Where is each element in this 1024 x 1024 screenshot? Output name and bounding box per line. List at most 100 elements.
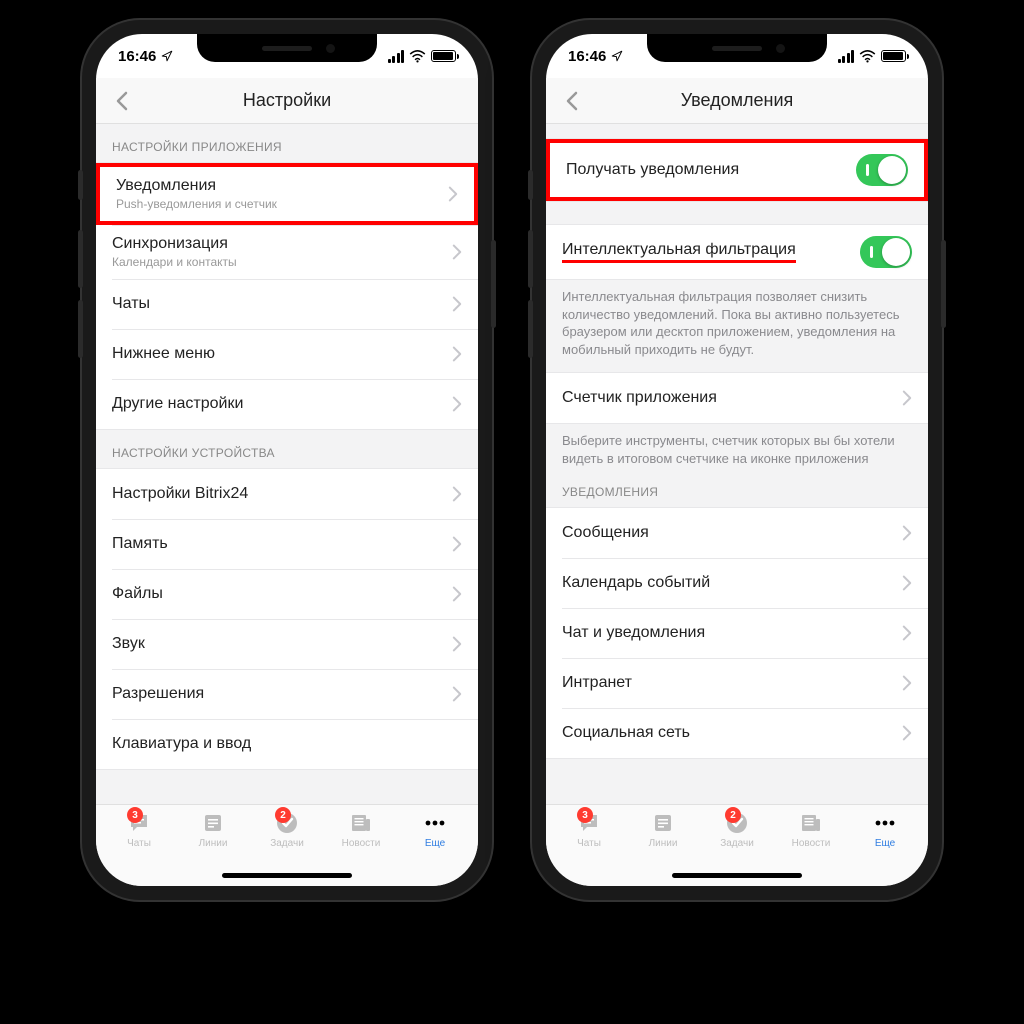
badge-tasks: 2 bbox=[275, 807, 291, 823]
row-sync[interactable]: Синхронизация Календари и контакты bbox=[96, 225, 478, 279]
battery-icon bbox=[431, 50, 456, 62]
tab-more[interactable]: Еще bbox=[853, 811, 917, 886]
smart-filter-note: Интеллектуальная фильтрация позволяет сн… bbox=[546, 280, 928, 372]
row-title: Счетчик приложения bbox=[562, 389, 902, 407]
row-notif-social[interactable]: Социальная сеть bbox=[546, 708, 928, 758]
row-permissions[interactable]: Разрешения bbox=[96, 669, 478, 719]
row-chats[interactable]: Чаты bbox=[96, 279, 478, 329]
row-bottom-menu[interactable]: Нижнее меню bbox=[96, 329, 478, 379]
settings-scroll[interactable]: НАСТРОЙКИ ПРИЛОЖЕНИЯ Уведомления Push-ув… bbox=[96, 124, 478, 804]
chevron-right-icon bbox=[902, 725, 912, 741]
chevron-right-icon bbox=[452, 296, 462, 312]
section-header-notifications: УВЕДОМЛЕНИЯ bbox=[546, 481, 928, 507]
badge-tasks: 2 bbox=[725, 807, 741, 823]
row-title: Уведомления bbox=[116, 177, 448, 195]
more-icon bbox=[422, 811, 448, 835]
notch bbox=[647, 34, 827, 62]
counter-note: Выберите инструменты, счетчик которых вы… bbox=[546, 424, 928, 481]
row-title: Клавиатура и ввод bbox=[112, 735, 462, 753]
row-subtitle: Push-уведомления и счетчик bbox=[116, 197, 448, 211]
row-notif-chat[interactable]: Чат и уведомления bbox=[546, 608, 928, 658]
highlight-notifications: Уведомления Push-уведомления и счетчик bbox=[96, 163, 478, 225]
row-title: Память bbox=[112, 535, 452, 553]
row-app-counter[interactable]: Счетчик приложения bbox=[546, 373, 928, 423]
row-title: Чат и уведомления bbox=[562, 624, 902, 642]
toggle-smart-filter[interactable] bbox=[860, 236, 912, 268]
row-title: Разрешения bbox=[112, 685, 452, 703]
row-notif-messages[interactable]: Сообщения bbox=[546, 508, 928, 558]
tab-label: Задачи bbox=[720, 838, 754, 849]
row-title: Социальная сеть bbox=[562, 724, 902, 742]
row-title: Звук bbox=[112, 635, 452, 653]
chevron-right-icon bbox=[902, 390, 912, 406]
row-other-settings[interactable]: Другие настройки bbox=[96, 379, 478, 429]
tab-more[interactable]: Еще bbox=[403, 811, 467, 886]
row-title: Синхронизация bbox=[112, 235, 452, 253]
tab-label: Еще bbox=[425, 838, 445, 849]
location-arrow-icon bbox=[611, 50, 623, 62]
row-title: Сообщения bbox=[562, 524, 902, 542]
tab-label: Чаты bbox=[127, 838, 151, 849]
notifications-scroll[interactable]: Получать уведомления Интеллектуальная фи… bbox=[546, 124, 928, 804]
row-title: Нижнее меню bbox=[112, 345, 452, 363]
tab-label: Новости bbox=[792, 838, 831, 849]
row-title: Интеллектуальная фильтрация bbox=[562, 241, 860, 263]
lines-icon bbox=[650, 811, 676, 835]
page-title: Уведомления bbox=[681, 90, 794, 111]
row-memory[interactable]: Память bbox=[96, 519, 478, 569]
row-title: Календарь событий bbox=[562, 574, 902, 592]
chevron-right-icon bbox=[902, 525, 912, 541]
chevron-right-icon bbox=[452, 686, 462, 702]
toggle-receive-notifications[interactable] bbox=[856, 154, 908, 186]
row-notif-calendar[interactable]: Календарь событий bbox=[546, 558, 928, 608]
tab-label: Линии bbox=[649, 838, 678, 849]
badge-chats: 3 bbox=[577, 807, 593, 823]
row-title: Файлы bbox=[112, 585, 452, 603]
row-notif-intranet[interactable]: Интранет bbox=[546, 658, 928, 708]
more-icon bbox=[872, 811, 898, 835]
home-indicator[interactable] bbox=[222, 873, 352, 878]
section-header-app: НАСТРОЙКИ ПРИЛОЖЕНИЯ bbox=[96, 124, 478, 162]
chevron-right-icon bbox=[452, 346, 462, 362]
chevron-right-icon bbox=[452, 636, 462, 652]
chevron-right-icon bbox=[452, 396, 462, 412]
wifi-icon bbox=[859, 50, 876, 63]
row-bitrix24[interactable]: Настройки Bitrix24 bbox=[96, 469, 478, 519]
status-time: 16:46 bbox=[118, 48, 156, 65]
row-receive-notifications[interactable]: Получать уведомления bbox=[550, 143, 924, 197]
wifi-icon bbox=[409, 50, 426, 63]
chevron-right-icon bbox=[448, 186, 458, 202]
row-keyboard[interactable]: Клавиатура и ввод bbox=[96, 719, 478, 769]
row-title: Интранет bbox=[562, 674, 902, 692]
section-header-device: НАСТРОЙКИ УСТРОЙСТВА bbox=[96, 430, 478, 468]
tab-chats[interactable]: 3Чаты bbox=[557, 811, 621, 886]
tab-label: Новости bbox=[342, 838, 381, 849]
row-sound[interactable]: Звук bbox=[96, 619, 478, 669]
chevron-right-icon bbox=[902, 675, 912, 691]
row-title: Настройки Bitrix24 bbox=[112, 485, 452, 503]
tab-label: Еще bbox=[875, 838, 895, 849]
row-title: Получать уведомления bbox=[566, 161, 856, 179]
row-title: Другие настройки bbox=[112, 395, 452, 413]
row-title: Чаты bbox=[112, 295, 452, 313]
back-button[interactable] bbox=[108, 87, 136, 115]
row-notifications[interactable]: Уведомления Push-уведомления и счетчик bbox=[100, 167, 474, 221]
news-icon bbox=[348, 811, 374, 835]
back-button[interactable] bbox=[558, 87, 586, 115]
tab-label: Задачи bbox=[270, 838, 304, 849]
tab-chats[interactable]: 3Чаты bbox=[107, 811, 171, 886]
status-time: 16:46 bbox=[568, 48, 606, 65]
badge-chats: 3 bbox=[127, 807, 143, 823]
row-files[interactable]: Файлы bbox=[96, 569, 478, 619]
news-icon bbox=[798, 811, 824, 835]
page-title: Настройки bbox=[243, 90, 331, 111]
home-indicator[interactable] bbox=[672, 873, 802, 878]
row-smart-filter[interactable]: Интеллектуальная фильтрация bbox=[546, 225, 928, 279]
chevron-right-icon bbox=[452, 586, 462, 602]
chevron-right-icon bbox=[452, 244, 462, 260]
highlight-receive-notifications: Получать уведомления bbox=[546, 139, 928, 201]
row-subtitle: Календари и контакты bbox=[112, 255, 452, 269]
tab-label: Линии bbox=[199, 838, 228, 849]
lines-icon bbox=[200, 811, 226, 835]
nav-header: Уведомления bbox=[546, 78, 928, 124]
